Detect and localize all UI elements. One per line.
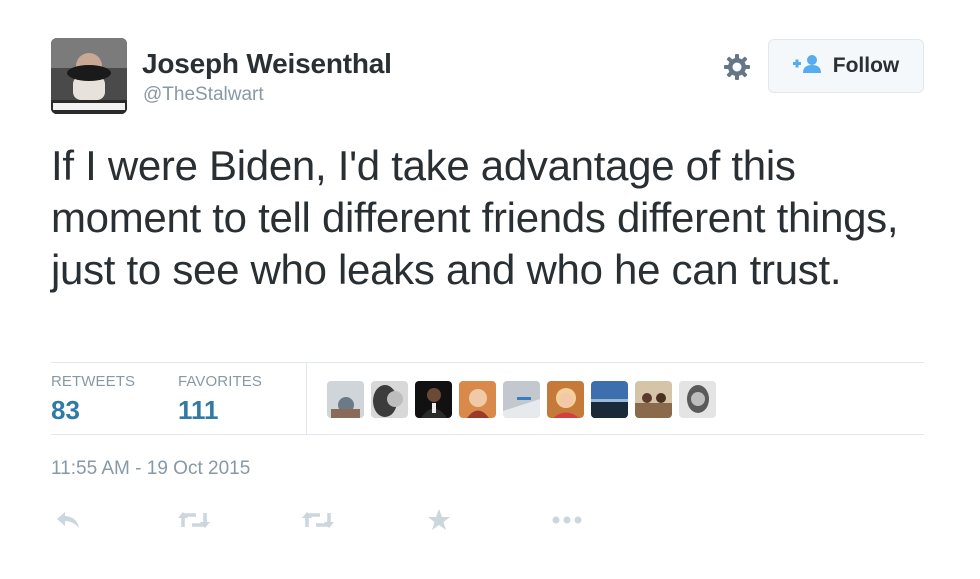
display-name[interactable]: Joseph Weisenthal (142, 48, 392, 80)
favoriter-avatar[interactable] (415, 381, 452, 418)
retweet-icon[interactable] (302, 506, 334, 534)
tweet-timestamp[interactable]: 11:55 AM - 19 Oct 2015 (51, 458, 250, 480)
favoriter-avatar[interactable] (547, 381, 584, 418)
retweets-label[interactable]: RETWEETS (51, 373, 135, 390)
reply-icon[interactable] (55, 506, 81, 534)
retweet-icon[interactable] (178, 506, 210, 534)
gear-icon[interactable] (722, 52, 752, 82)
favoriter-avatar[interactable] (327, 381, 364, 418)
favorite-icon[interactable] (427, 506, 451, 534)
divider (51, 362, 924, 363)
favorites-count[interactable]: 111 (178, 395, 219, 426)
favorites-label[interactable]: FAVORITES (178, 373, 262, 390)
more-icon[interactable] (552, 506, 582, 534)
favoriter-avatar[interactable] (371, 381, 408, 418)
favoriter-avatar[interactable] (459, 381, 496, 418)
avatar[interactable] (51, 38, 127, 114)
stats-divider (306, 362, 307, 434)
user-handle[interactable]: @TheStalwart (143, 84, 264, 106)
tweet-text: If I were Biden, I'd take advantage of t… (51, 142, 899, 293)
divider (51, 434, 924, 435)
favoriter-avatar[interactable] (679, 381, 716, 418)
add-user-icon (792, 54, 823, 79)
favoriters-list (327, 381, 716, 418)
favoriter-avatar[interactable] (591, 381, 628, 418)
favoriter-avatar[interactable] (635, 381, 672, 418)
favoriter-avatar[interactable] (503, 381, 540, 418)
follow-button-label: Follow (832, 54, 900, 77)
follow-button[interactable]: Follow (768, 39, 924, 93)
retweets-count[interactable]: 83 (51, 395, 80, 426)
